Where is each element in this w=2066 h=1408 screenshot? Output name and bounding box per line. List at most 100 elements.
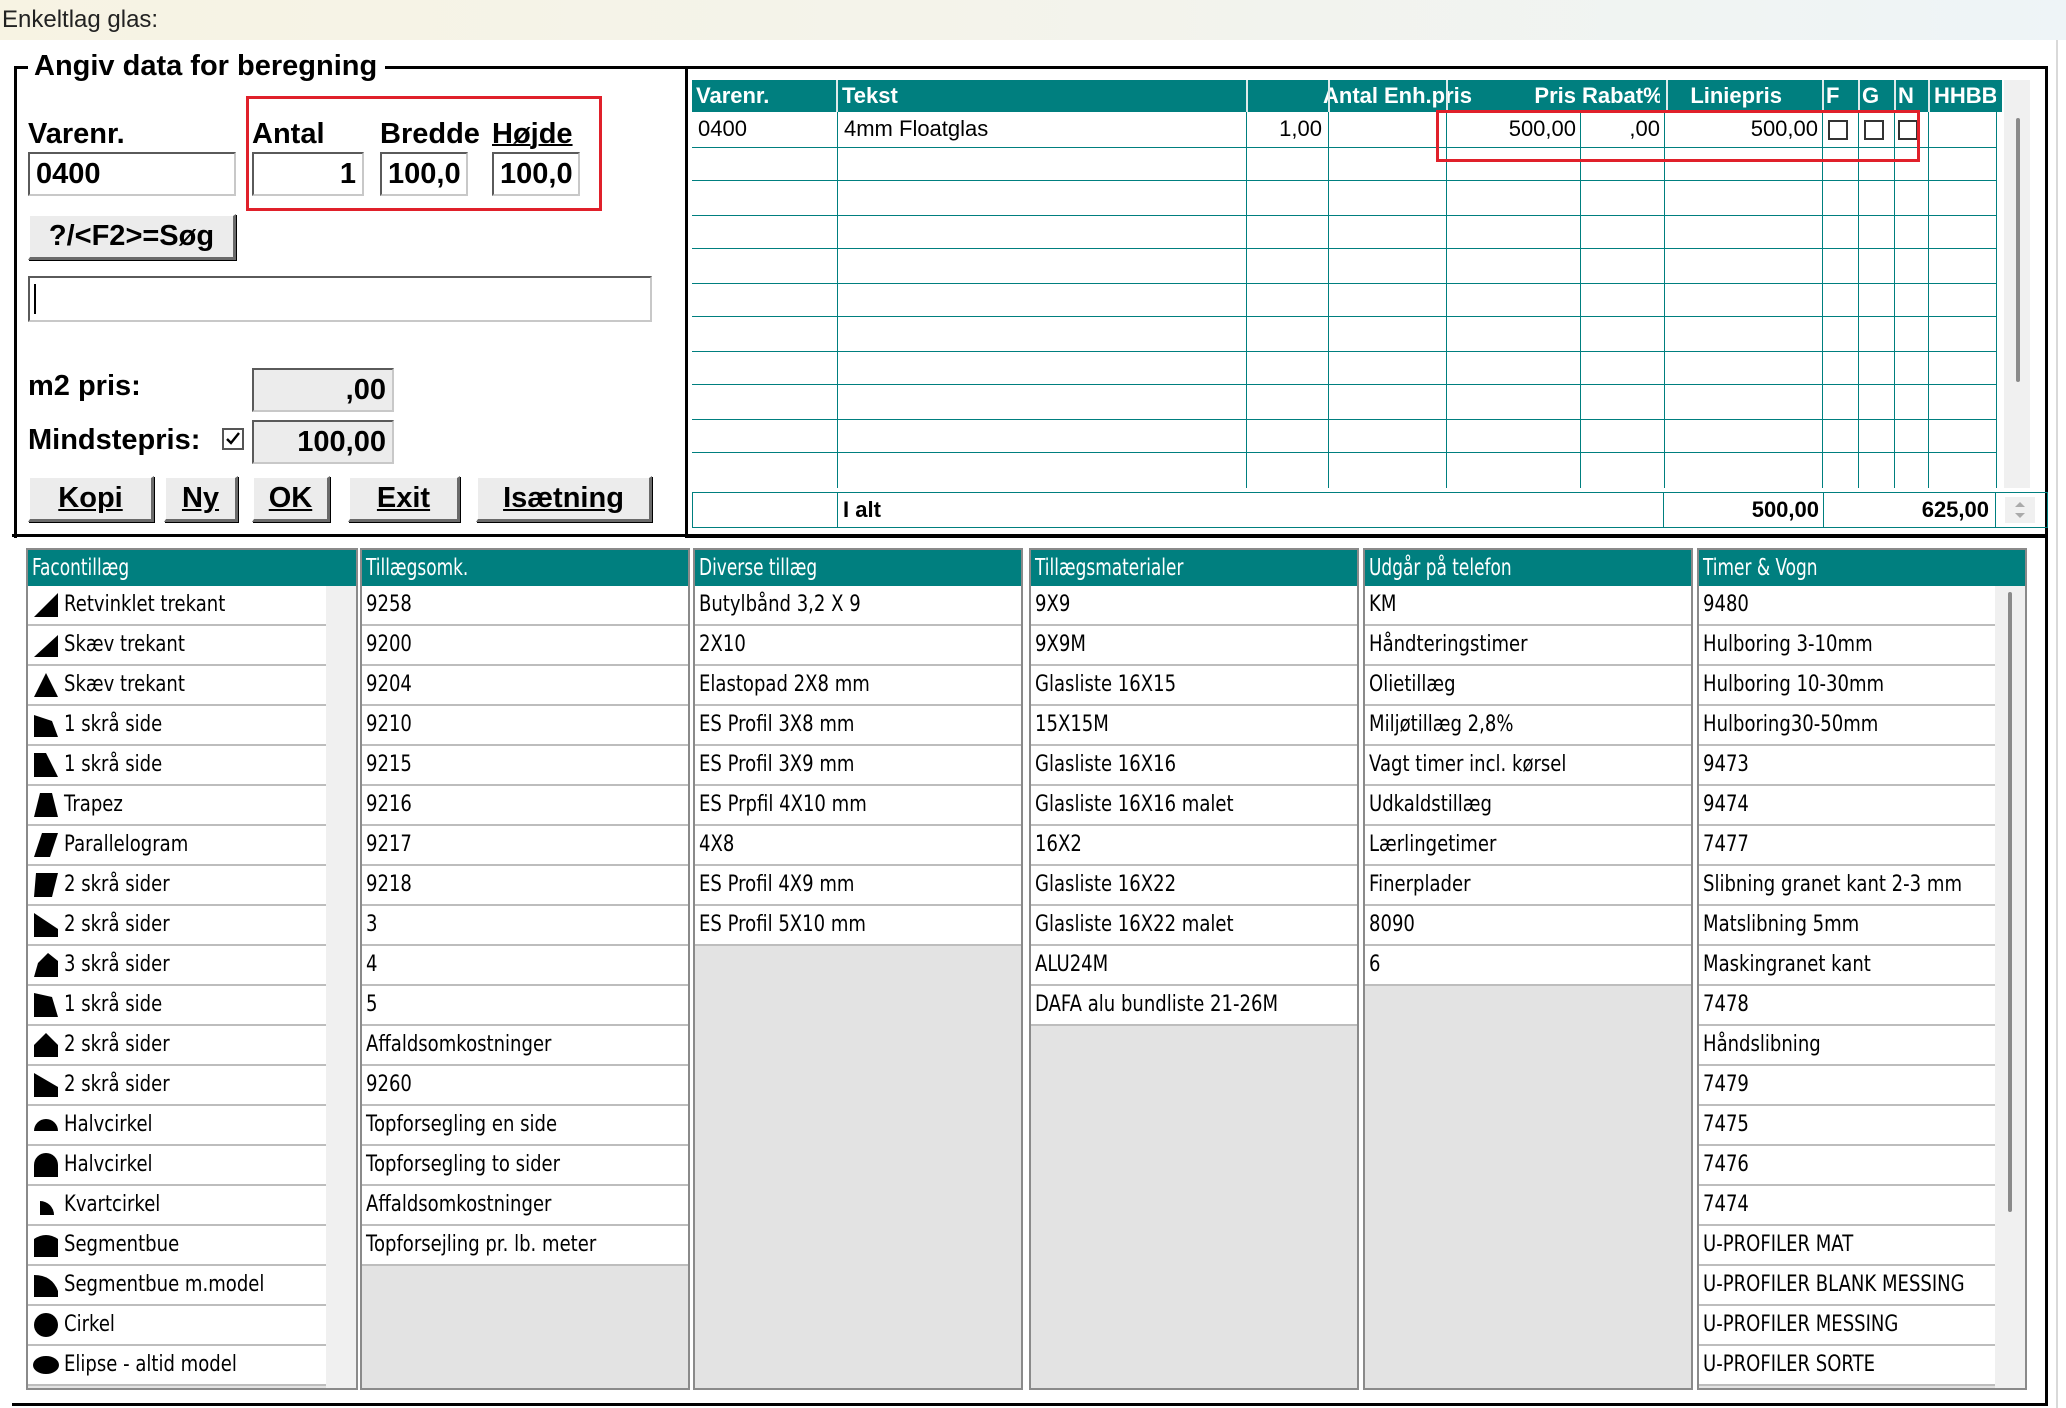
list-item[interactable]: 2 skrå sider <box>28 866 326 906</box>
list-item[interactable]: DAFA alu bundliste 21-26M <box>1031 986 1357 1026</box>
list-item[interactable]: 2 skrå sider <box>28 1066 326 1106</box>
list-item[interactable]: Elipse - altid model <box>28 1346 326 1386</box>
list-item[interactable]: Hulboring 3-10mm <box>1699 626 1995 666</box>
list-scrollbar[interactable] <box>326 586 356 1388</box>
header-g[interactable]: G <box>1858 80 1888 112</box>
list-item[interactable]: Udkaldstillæg <box>1365 786 1691 826</box>
list-item[interactable]: ES Profil 5X10 mm <box>695 906 1021 946</box>
search-button[interactable]: ?/<F2>=Søg <box>28 214 236 260</box>
exit-button[interactable]: Exit <box>348 476 460 522</box>
list-item[interactable]: 9473 <box>1699 746 1995 786</box>
list-item[interactable]: 2 skrå sider <box>28 1026 326 1066</box>
list-item[interactable]: Vagt timer incl. kørsel <box>1365 746 1691 786</box>
list-5[interactable]: Timer & Vogn 9480 Hulboring 3-10mm Hulborin… <box>1697 548 2027 1390</box>
list-3[interactable]: Tillægsmaterialer 9X9 9X9M Glasliste 16X15 1… <box>1029 548 1359 1390</box>
list-item[interactable]: Topforsegling to sider <box>362 1146 688 1186</box>
header-n[interactable]: N <box>1894 80 1924 112</box>
isaetning-button[interactable]: Isætning <box>476 476 652 522</box>
list-item[interactable]: 1 skrå side <box>28 706 326 746</box>
description-input[interactable] <box>28 276 652 322</box>
list-item[interactable]: Affaldsomkostninger <box>362 1026 688 1066</box>
list-item[interactable]: 9X9M <box>1031 626 1357 666</box>
list-item[interactable]: 7476 <box>1699 1146 1995 1186</box>
list-scrollbar-thumb[interactable] <box>326 586 356 602</box>
list-item[interactable]: 9200 <box>362 626 688 666</box>
list-0[interactable]: Facontillæg Retvinklet trekant Skæv trekan… <box>26 548 358 1390</box>
header-liniepris[interactable]: Liniepris <box>1660 80 1786 112</box>
list-item[interactable]: Olietillæg <box>1365 666 1691 706</box>
header-pris[interactable]: Pris <box>1448 80 1580 112</box>
list-item[interactable]: Slibning granet kant 2-3 mm <box>1699 866 1995 906</box>
list-item[interactable]: 7477 <box>1699 826 1995 866</box>
list-item[interactable]: 9204 <box>362 666 688 706</box>
list-item[interactable]: Kvartcirkel <box>28 1186 326 1226</box>
list-item[interactable]: Elastopad 2X8 mm <box>695 666 1021 706</box>
ok-button[interactable]: OK <box>252 476 330 522</box>
list-item[interactable]: 9210 <box>362 706 688 746</box>
list-item[interactable]: 7475 <box>1699 1106 1995 1146</box>
list-item[interactable]: Skæv trekant <box>28 666 326 706</box>
list-item[interactable]: 15X15M <box>1031 706 1357 746</box>
list-item[interactable]: Segmentbue <box>28 1226 326 1266</box>
list-item[interactable]: 7479 <box>1699 1066 1995 1106</box>
list-item[interactable]: 9216 <box>362 786 688 826</box>
list-item[interactable]: 9215 <box>362 746 688 786</box>
header-rabat[interactable]: Rabat% <box>1578 80 1660 112</box>
list-item[interactable]: 5 <box>362 986 688 1026</box>
header-tekst[interactable]: Tekst <box>838 80 1238 112</box>
list-item[interactable]: ES Prpfil 4X10 mm <box>695 786 1021 826</box>
row1-varenr[interactable]: 0400 <box>698 114 747 144</box>
list-item[interactable]: Hulboring 10-30mm <box>1699 666 1995 706</box>
ny-button[interactable]: Ny <box>164 476 238 522</box>
list-item[interactable]: KM <box>1365 586 1691 626</box>
list-item[interactable]: Skæv trekant <box>28 626 326 666</box>
list-item[interactable]: ES Profil 4X9 mm <box>695 866 1021 906</box>
list-item[interactable]: Lærlingetimer <box>1365 826 1691 866</box>
list-item[interactable]: Glasliste 16X16 malet <box>1031 786 1357 826</box>
row1-antal[interactable]: 1,00 <box>1252 114 1322 144</box>
list-item[interactable]: 7478 <box>1699 986 1995 1026</box>
list-item[interactable]: Glasliste 16X16 <box>1031 746 1357 786</box>
list-item[interactable]: 16X2 <box>1031 826 1357 866</box>
total-spin-arrows[interactable] <box>2005 497 2035 523</box>
list-item[interactable]: Butylbånd 3,2 X 9 <box>695 586 1021 626</box>
list-item[interactable]: 4 <box>362 946 688 986</box>
list-item[interactable]: Cirkel <box>28 1306 326 1346</box>
list-item[interactable]: 9218 <box>362 866 688 906</box>
list-2[interactable]: Diverse tillæg Butylbånd 3,2 X 9 2X10 Elast… <box>693 548 1023 1390</box>
list-item[interactable]: Parallelogram <box>28 826 326 866</box>
list-item[interactable]: 9260 <box>362 1066 688 1106</box>
kopi-button[interactable]: Kopi <box>28 476 154 522</box>
list-item[interactable]: U-PROFILER BLANK MESSING <box>1699 1266 1995 1306</box>
list-item[interactable]: ES Profil 3X8 mm <box>695 706 1021 746</box>
list-item[interactable]: Miljøtillæg 2,8% <box>1365 706 1691 746</box>
list-item[interactable]: 9474 <box>1699 786 1995 826</box>
list-4[interactable]: Udgår på telefon KM Håndteringstimer Olieti… <box>1363 548 1693 1390</box>
list-item[interactable]: Glasliste 16X22 <box>1031 866 1357 906</box>
list-item[interactable]: U-PROFILER SORTE <box>1699 1346 1995 1386</box>
row1-tekst[interactable]: 4mm Floatglas <box>844 114 988 144</box>
header-f[interactable]: F <box>1822 80 1852 112</box>
list-item[interactable]: 9X9 <box>1031 586 1357 626</box>
list-item[interactable]: Halvcirkel <box>28 1146 326 1186</box>
list-item[interactable]: 6 <box>1365 946 1691 986</box>
list-item[interactable]: 1 skrå side <box>28 746 326 786</box>
list-item[interactable]: 3 skrå sider <box>28 946 326 986</box>
list-item[interactable]: 9258 <box>362 586 688 626</box>
list-scrollbar[interactable] <box>1995 586 2025 1388</box>
list-item[interactable]: 1 skrå side <box>28 986 326 1026</box>
list-item[interactable]: ALU24M <box>1031 946 1357 986</box>
list-item[interactable]: Håndslibning <box>1699 1026 1995 1066</box>
list-item[interactable]: Retvinklet trekant <box>28 586 326 626</box>
list-item[interactable]: 9217 <box>362 826 688 866</box>
list-item[interactable]: 3 <box>362 906 688 946</box>
mindstepris-checkbox[interactable] <box>222 428 244 450</box>
list-item[interactable]: U-PROFILER MAT <box>1699 1226 1995 1266</box>
list-item[interactable]: Topforsegling en side <box>362 1106 688 1146</box>
list-item[interactable]: Håndteringstimer <box>1365 626 1691 666</box>
list-item[interactable]: Halvcirkel <box>28 1106 326 1146</box>
list-item[interactable]: 9480 <box>1699 586 1995 626</box>
list-item[interactable]: 4X8 <box>695 826 1021 866</box>
list-item[interactable]: Glasliste 16X22 malet <box>1031 906 1357 946</box>
list-1[interactable]: Tillægsomk. 9258 9200 9204 9210 9215 9216 9217 9… <box>360 548 690 1390</box>
